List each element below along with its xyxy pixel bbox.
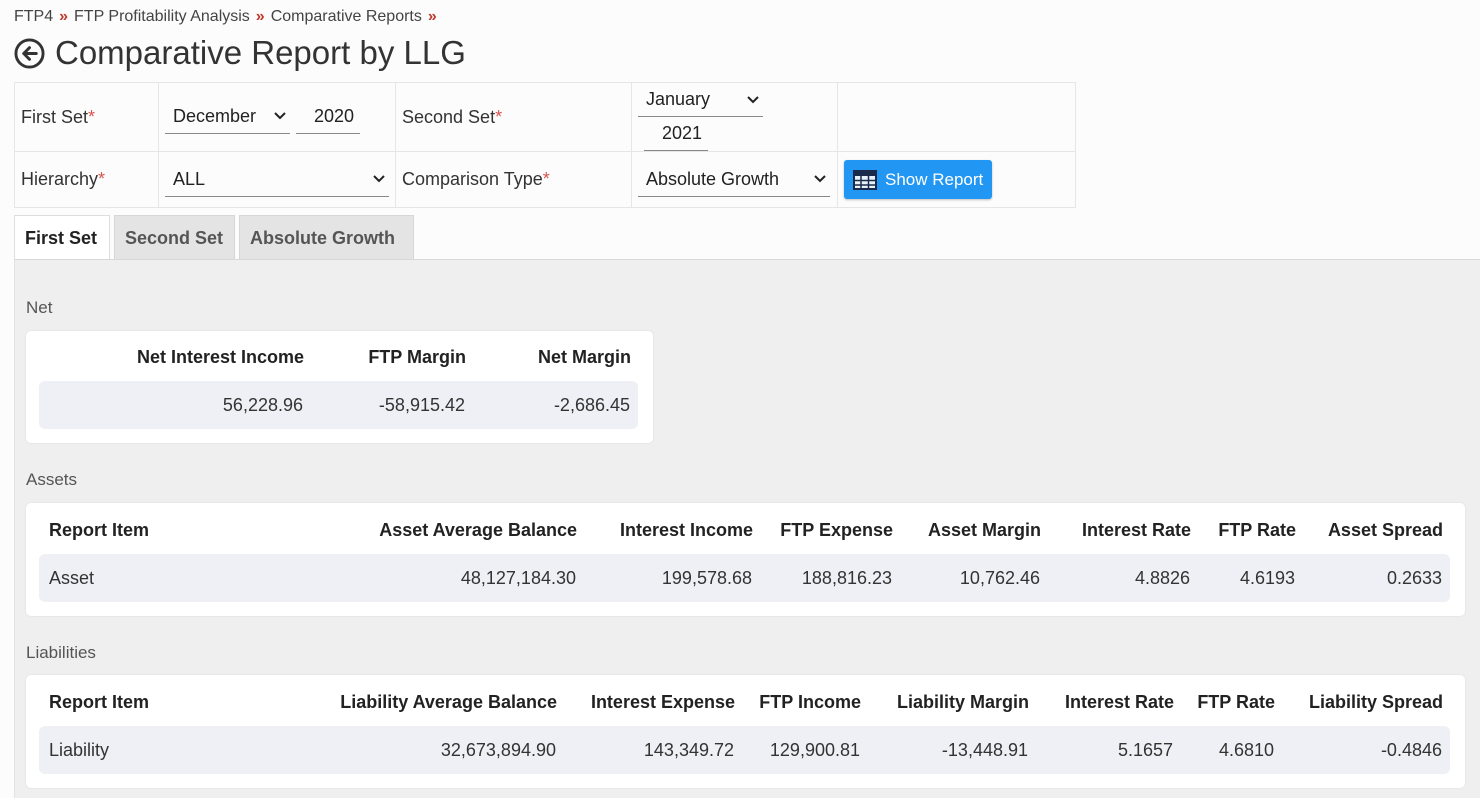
chevron-down-icon bbox=[747, 95, 759, 103]
asset-spread: 0.2633 bbox=[1386, 568, 1442, 588]
net-header-ftp-margin: FTP Margin bbox=[368, 347, 466, 367]
liability-average-balance: 32,673,894.90 bbox=[440, 740, 556, 760]
show-report-cell: Show Report bbox=[837, 151, 1076, 208]
asset-ftp-rate: 4.6193 bbox=[1239, 568, 1295, 588]
required-mark: * bbox=[98, 169, 106, 189]
asset-average-balance: 48,127,184.30 bbox=[460, 568, 576, 588]
asset-ftp-expense: 188,816.23 bbox=[801, 568, 892, 588]
breadcrumb: FTP4 » FTP Profitability Analysis » Comp… bbox=[14, 8, 443, 26]
breadcrumb-separator-icon: » bbox=[255, 8, 265, 25]
liability-margin: -13,448.91 bbox=[941, 740, 1028, 760]
liabilities-header-average-balance: Liability Average Balance bbox=[340, 692, 557, 712]
breadcrumb-item-comparative-reports[interactable]: Comparative Reports bbox=[271, 8, 422, 26]
net-table-card: Net Interest Income FTP Margin Net Margi… bbox=[26, 331, 653, 443]
required-mark: * bbox=[495, 106, 503, 127]
first-set-year-input[interactable] bbox=[296, 100, 360, 135]
net-section-label: Net bbox=[26, 298, 53, 317]
liabilities-header-interest-rate: Interest Rate bbox=[1064, 692, 1174, 712]
title-row: Comparative Report by LLG bbox=[14, 34, 466, 72]
assets-header-ftp-rate: FTP Rate bbox=[1218, 520, 1296, 540]
liabilities-table-card: Report Item Liability Average Balance In… bbox=[26, 675, 1465, 788]
second-set-month-value: January bbox=[646, 89, 711, 109]
comparison-type-label-cell: Comparison Type* bbox=[395, 151, 632, 208]
chevron-down-icon bbox=[274, 112, 286, 120]
chevron-down-icon bbox=[373, 175, 385, 183]
asset-interest-income: 199,578.68 bbox=[661, 568, 752, 588]
hierarchy-select[interactable]: ALL bbox=[165, 163, 389, 197]
ftp-margin-value: -58,915.42 bbox=[378, 395, 465, 415]
assets-table-card: Report Item Asset Average Balance Intere… bbox=[26, 503, 1465, 616]
first-set-label: First Set bbox=[21, 106, 89, 127]
liability-ftp-income: 129,900.81 bbox=[769, 740, 860, 760]
chevron-down-icon bbox=[814, 175, 826, 183]
first-set-month-select[interactable]: December bbox=[165, 100, 290, 134]
net-header-net-margin: Net Margin bbox=[537, 347, 631, 367]
second-set-label-cell: Second Set* bbox=[395, 82, 632, 152]
table-row: Asset 48,127,184.30 199,578.68 188,816.2… bbox=[39, 554, 1450, 602]
table-icon bbox=[853, 169, 877, 190]
tab-content-panel: Net Net Interest Income FTP Margin Net M… bbox=[14, 259, 1480, 798]
comparison-type-field: Absolute Growth bbox=[631, 151, 838, 208]
liabilities-header-report-item: Report Item bbox=[49, 692, 150, 712]
tab-second-set[interactable]: Second Set bbox=[114, 215, 235, 260]
first-set-label-cell: First Set* bbox=[14, 82, 159, 152]
liabilities-header-liability-margin: Liability Margin bbox=[896, 692, 1029, 712]
hierarchy-label-cell: Hierarchy* bbox=[14, 151, 159, 208]
required-mark: * bbox=[88, 106, 96, 127]
hierarchy-value: ALL bbox=[173, 168, 206, 189]
assets-header-interest-rate: Interest Rate bbox=[1081, 520, 1191, 540]
second-set-label: Second Set bbox=[402, 106, 496, 127]
liabilities-section-label: Liabilities bbox=[26, 643, 96, 662]
table-row: 56,228.96 -58,915.42 -2,686.45 bbox=[39, 381, 638, 429]
liability-spread: -0.4846 bbox=[1380, 740, 1442, 760]
asset-margin: 10,762.46 bbox=[959, 568, 1040, 588]
comparison-type-label: Comparison Type bbox=[402, 169, 543, 189]
net-header-net-interest-income: Net Interest Income bbox=[136, 347, 304, 367]
assets-header-asset-margin: Asset Margin bbox=[927, 520, 1041, 540]
liabilities-header-ftp-income: FTP Income bbox=[759, 692, 861, 712]
comparison-type-value: Absolute Growth bbox=[646, 168, 780, 189]
net-interest-income-value: 56,228.96 bbox=[222, 395, 303, 415]
second-set-year-input[interactable] bbox=[644, 117, 708, 151]
first-set-month-value: December bbox=[173, 105, 257, 126]
liabilities-header-ftp-rate: FTP Rate bbox=[1197, 692, 1275, 712]
assets-header-interest-income: Interest Income bbox=[619, 520, 753, 540]
breadcrumb-item-ftp-profitability[interactable]: FTP Profitability Analysis bbox=[74, 8, 250, 26]
assets-header-ftp-expense: FTP Expense bbox=[780, 520, 893, 540]
breadcrumb-separator-icon: » bbox=[59, 8, 69, 25]
comparison-type-select[interactable]: Absolute Growth bbox=[638, 163, 830, 197]
second-set-month-select[interactable]: January bbox=[638, 83, 763, 117]
back-arrow-icon[interactable] bbox=[14, 37, 45, 69]
liability-interest-expense: 143,349.72 bbox=[643, 740, 734, 760]
assets-section-label: Assets bbox=[26, 470, 78, 489]
report-filter-form: First Set* December Second Set* January … bbox=[14, 82, 1076, 208]
table-row: Liability 32,673,894.90 143,349.72 129,9… bbox=[39, 726, 1450, 774]
page-title: Comparative Report by LLG bbox=[55, 34, 466, 71]
show-report-button[interactable]: Show Report bbox=[844, 160, 993, 199]
assets-header-report-item: Report Item bbox=[49, 520, 150, 540]
liability-ftp-rate: 4.6810 bbox=[1218, 740, 1274, 760]
empty-cell bbox=[837, 82, 1076, 152]
report-tabs: First Set Second Set Absolute Growth bbox=[14, 215, 418, 260]
liabilities-header-liability-spread: Liability Spread bbox=[1308, 692, 1443, 712]
assets-header-average-balance: Asset Average Balance bbox=[379, 520, 577, 540]
required-mark: * bbox=[542, 169, 550, 189]
first-set-fields: December bbox=[158, 82, 396, 152]
asset-report-item: Asset bbox=[49, 568, 95, 588]
second-set-fields: January bbox=[631, 82, 838, 152]
tab-first-set[interactable]: First Set bbox=[14, 215, 110, 260]
breadcrumb-separator-icon: » bbox=[427, 8, 437, 25]
show-report-label: Show Report bbox=[885, 169, 984, 189]
assets-header-asset-spread: Asset Spread bbox=[1327, 520, 1443, 540]
asset-interest-rate: 4.8826 bbox=[1134, 568, 1190, 588]
hierarchy-label: Hierarchy bbox=[21, 169, 99, 189]
breadcrumb-item-ftp4[interactable]: FTP4 bbox=[14, 8, 53, 26]
liabilities-header-interest-expense: Interest Expense bbox=[590, 692, 735, 712]
tab-absolute-growth[interactable]: Absolute Growth bbox=[239, 215, 414, 260]
hierarchy-field: ALL bbox=[158, 151, 396, 208]
liability-report-item: Liability bbox=[49, 740, 110, 760]
liability-interest-rate: 5.1657 bbox=[1117, 740, 1173, 760]
net-margin-value: -2,686.45 bbox=[553, 395, 630, 415]
